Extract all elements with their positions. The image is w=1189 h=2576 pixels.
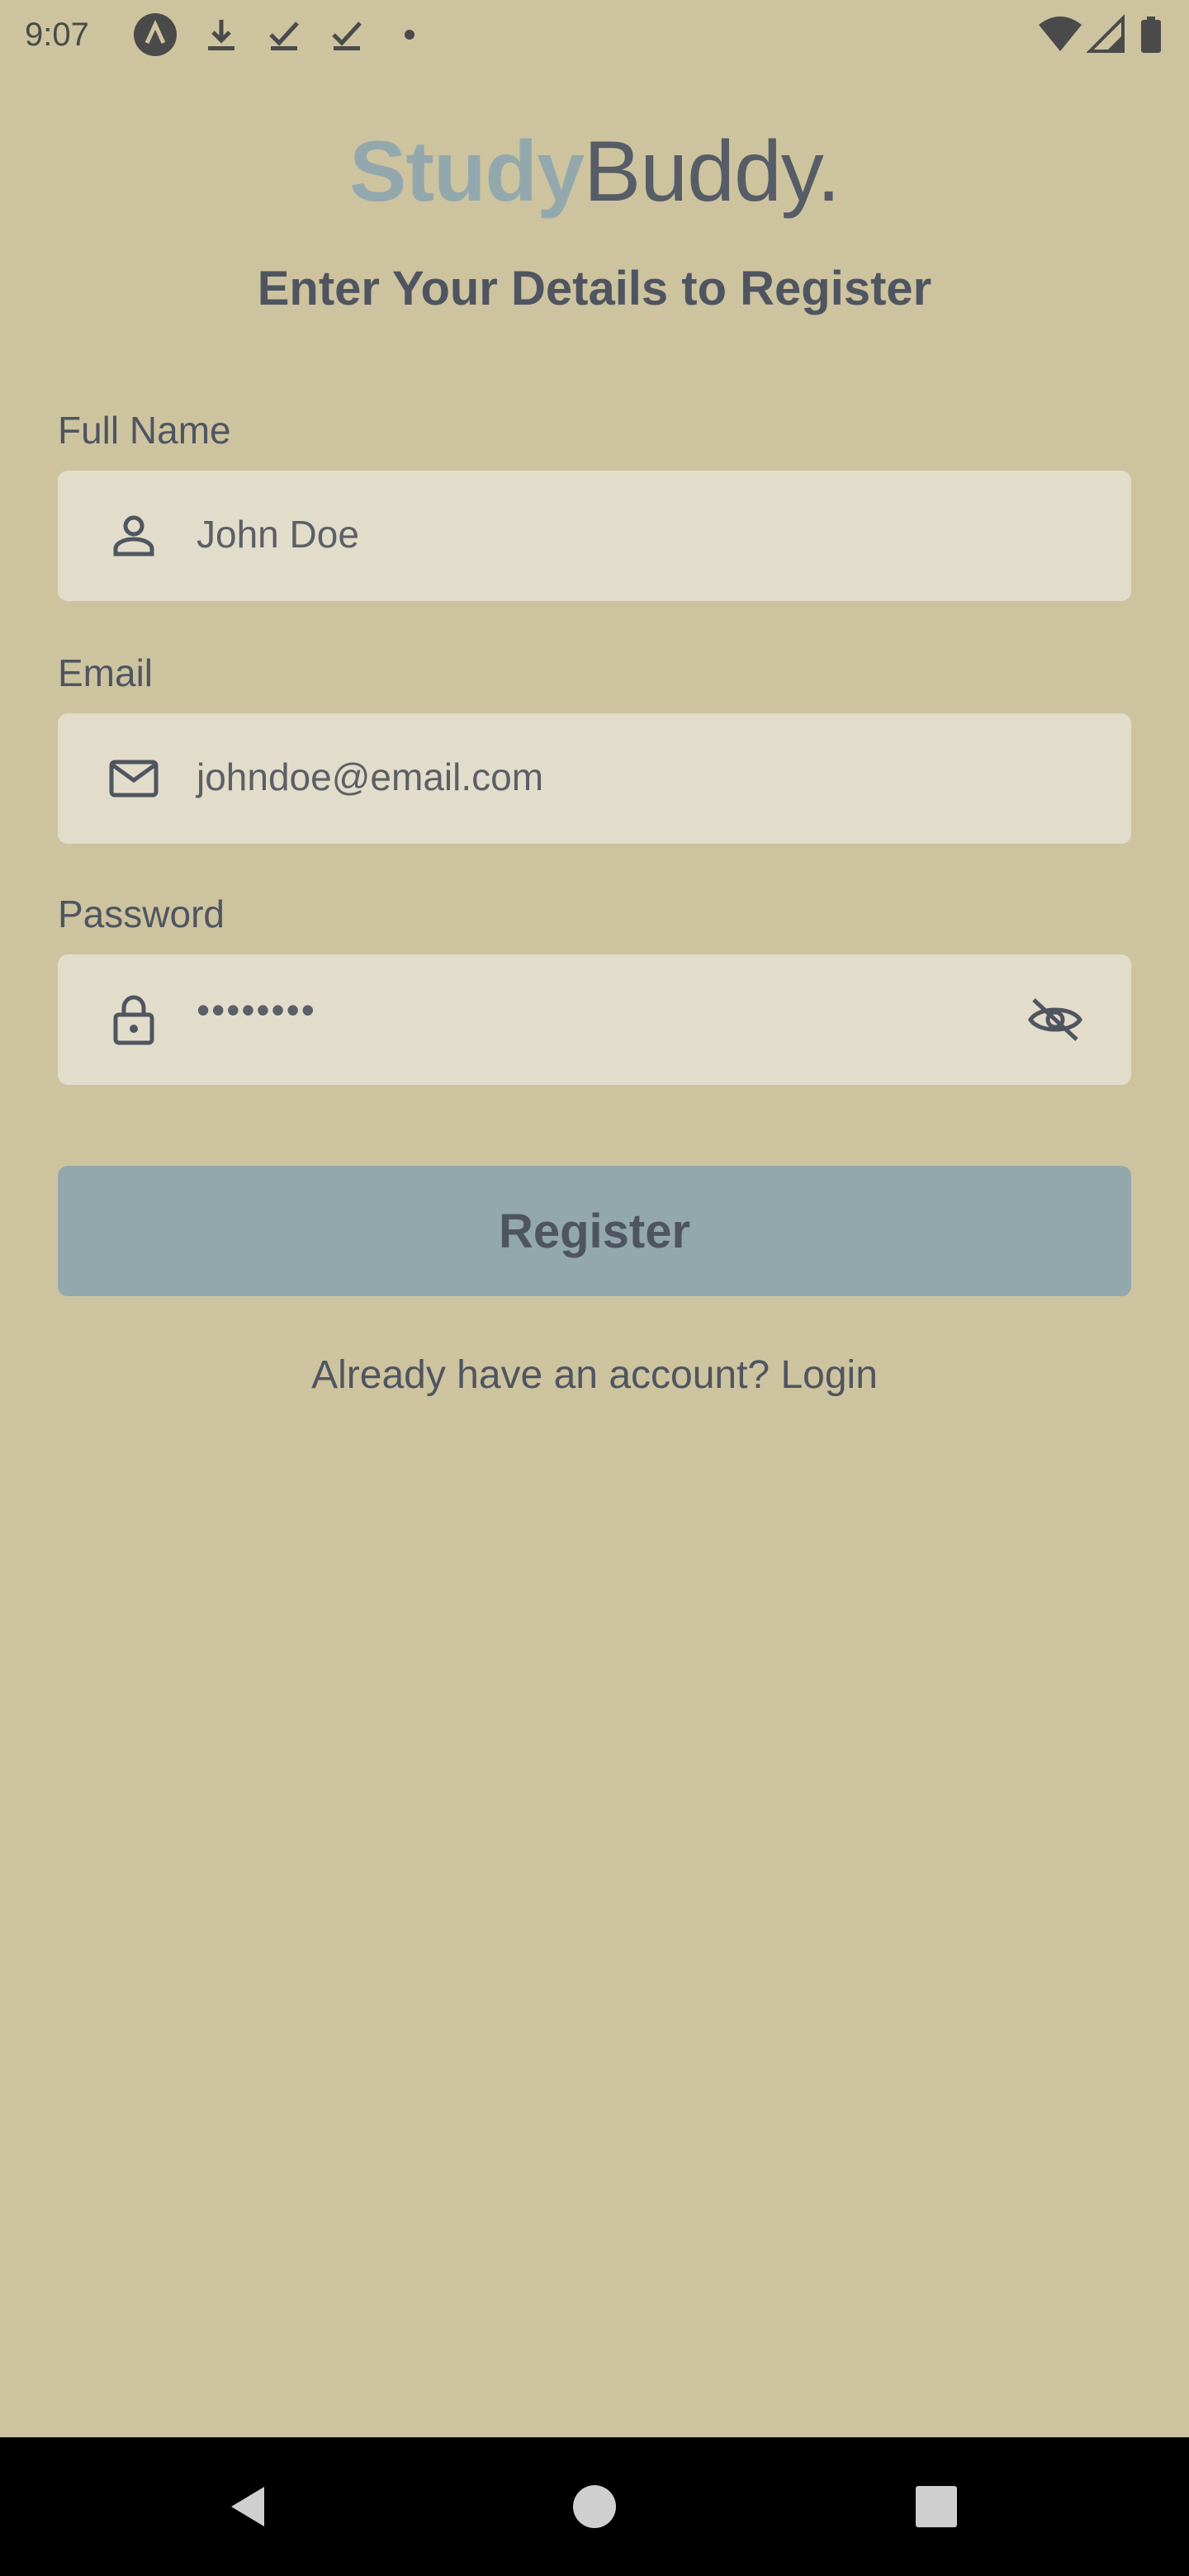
battery-icon	[1141, 17, 1161, 53]
mail-icon	[109, 760, 159, 798]
visibility-off-icon[interactable]	[1026, 993, 1085, 1046]
nav-recents-button[interactable]	[867, 2437, 1006, 2576]
login-link[interactable]: Already have an account? Login	[0, 1352, 1189, 1398]
nav-back-button[interactable]	[178, 2437, 317, 2576]
password-value: ••••••••	[197, 988, 316, 1031]
nav-home-button[interactable]	[525, 2437, 664, 2576]
email-field[interactable]: johndoe@email.com	[58, 713, 1131, 844]
check-icon	[332, 21, 362, 50]
person-icon	[113, 515, 154, 556]
lock-icon	[113, 995, 154, 1045]
check-icon	[269, 21, 299, 50]
navigation-bar	[0, 2437, 1189, 2576]
password-label: Password	[58, 893, 225, 935]
full-name-value: John Doe	[197, 513, 359, 556]
home-icon	[573, 2485, 616, 2528]
dot-icon	[405, 30, 414, 40]
full-name-field[interactable]: John Doe	[58, 471, 1131, 601]
logo-buddy: Buddy.	[583, 124, 841, 220]
email-value: johndoe@email.com	[197, 755, 544, 798]
back-icon	[231, 2487, 264, 2526]
full-name-label: Full Name	[58, 409, 231, 452]
register-button[interactable]: Register	[58, 1166, 1131, 1296]
recents-icon	[916, 2486, 957, 2527]
status-time: 9:07	[25, 17, 89, 53]
status-bar: 9:07	[0, 0, 1189, 73]
logo-study: Study	[349, 124, 585, 220]
register-screen: 9:07 StudyBuddy. Enter Your Details to R…	[0, 0, 1189, 2576]
download-icon	[208, 20, 234, 50]
page-subtitle: Enter Your Details to Register	[257, 262, 932, 315]
email-label: Email	[58, 651, 154, 694]
app-logo: StudyBuddy.	[0, 122, 1189, 221]
app-notification-icon	[134, 13, 177, 56]
password-field[interactable]: ••••••••	[58, 954, 1131, 1085]
wifi-icon	[1039, 17, 1082, 51]
signal-icon	[1087, 14, 1125, 53]
